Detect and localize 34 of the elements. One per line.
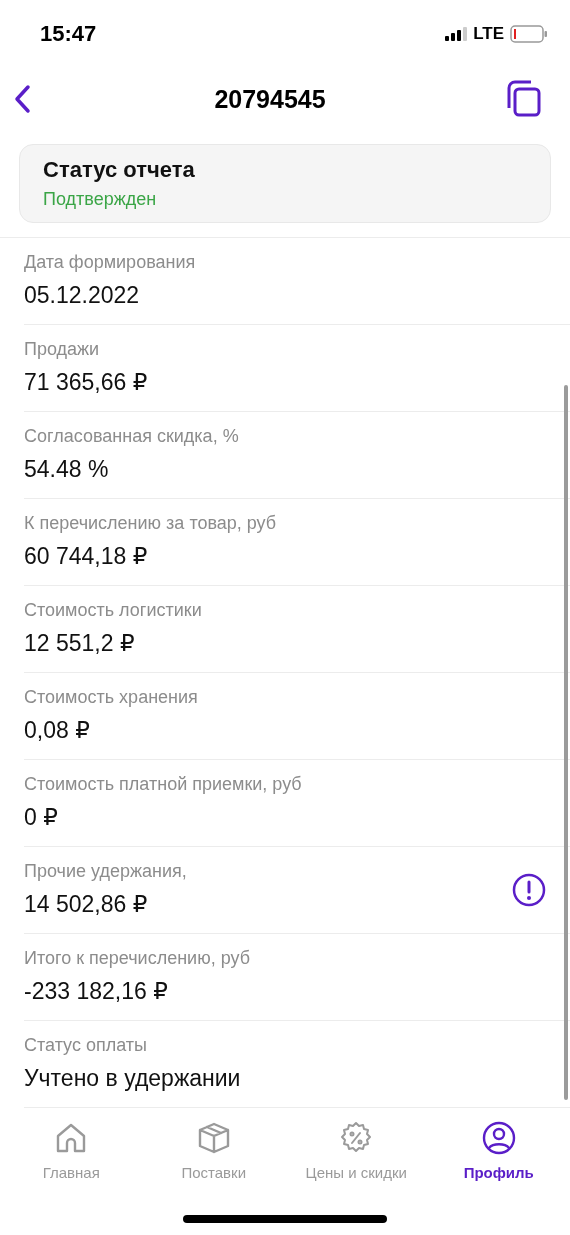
field-label: К перечислению за товар, руб: [24, 513, 277, 535]
field-value: 12 551,2 ₽: [24, 630, 136, 658]
tab-bar-item[interactable]: Профиль: [427, 1119, 570, 1184]
field-label: Дата формирования: [24, 252, 196, 274]
field-label: Прочие удержания,: [24, 861, 187, 883]
field-value: -233 182,16 ₽: [24, 978, 169, 1006]
field-label: Стоимость платной приемки, руб: [24, 774, 302, 796]
tab-bar-item[interactable]: Цены и скидки: [285, 1119, 428, 1184]
field-value: 05.12.2022: [24, 282, 141, 310]
field-label: Стоимость хранения: [24, 687, 198, 709]
tab-bar-item[interactable]: Главная: [0, 1119, 143, 1184]
field-value: 71 365,66 ₽: [24, 369, 148, 397]
field-value: 0,08 ₽: [24, 717, 91, 745]
field-label: Статус оплаты: [24, 1035, 148, 1057]
field-label: Стоимость логистики: [24, 600, 202, 622]
copy-button[interactable]: [506, 80, 542, 119]
field-value: Учтено в удержании: [24, 1065, 241, 1093]
field-label: Итого к перечислению, руб: [24, 948, 250, 970]
field-label: Продажи: [24, 339, 101, 361]
network-label: LTE: [473, 24, 504, 45]
signal-icon: [445, 27, 468, 42]
status-card-title: Статус отчета: [43, 156, 196, 183]
battery-icon: [510, 25, 548, 44]
warning-icon[interactable]: [512, 872, 546, 907]
field-value: 14 502,86 ₽: [24, 891, 149, 919]
report-number-title: 20794545: [214, 84, 326, 114]
tab-bar-item[interactable]: Поставки: [142, 1119, 285, 1184]
field-value: 0 ₽: [24, 804, 59, 832]
field-value: 54.48 %: [24, 456, 110, 484]
field-value: 60 744,18 ₽: [24, 543, 149, 571]
profile-icon: [480, 1119, 517, 1156]
field-label: Согласованная скидка, %: [24, 426, 239, 448]
status-time: 15:47: [40, 21, 97, 48]
status-value: Подтвержден: [43, 188, 158, 210]
